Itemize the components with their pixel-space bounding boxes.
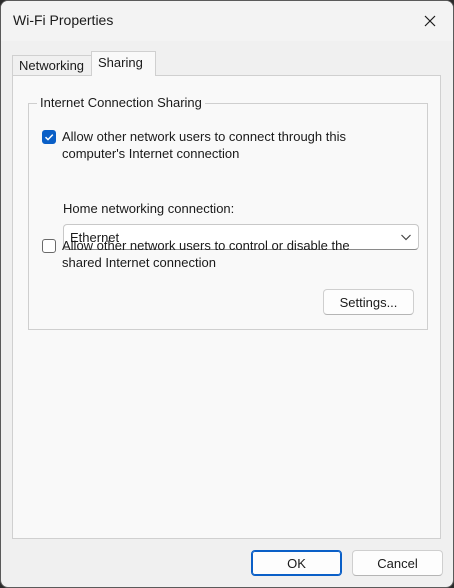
ok-button[interactable]: OK <box>251 550 342 576</box>
cancel-button[interactable]: Cancel <box>352 550 443 576</box>
checkmark-icon <box>44 134 54 141</box>
tab-sharing[interactable]: Sharing <box>91 51 156 76</box>
chevron-down-icon <box>401 234 411 241</box>
title-bar[interactable]: Wi-Fi Properties <box>1 1 453 41</box>
internet-connection-sharing-group: Internet Connection Sharing Allow other … <box>28 95 428 330</box>
wifi-properties-dialog: Wi-Fi Properties Networking Sharing Inte… <box>0 0 454 588</box>
group-label: Internet Connection Sharing <box>37 95 205 110</box>
allow-connect-checkbox[interactable] <box>42 130 56 144</box>
sharing-tab-panel: Internet Connection Sharing Allow other … <box>12 75 441 539</box>
allow-control-label-line1: Allow other network users to control or … <box>62 238 350 253</box>
allow-control-checkbox[interactable] <box>42 239 56 253</box>
window-title: Wi-Fi Properties <box>13 12 114 28</box>
tab-networking[interactable]: Networking <box>12 55 92 75</box>
settings-button[interactable]: Settings... <box>323 289 414 315</box>
close-button[interactable] <box>407 1 453 41</box>
allow-connect-label-line1: Allow other network users to connect thr… <box>62 129 346 144</box>
close-icon <box>424 15 436 27</box>
home-networking-label: Home networking connection: <box>63 201 235 216</box>
allow-control-label-line2: shared Internet connection <box>62 255 216 270</box>
allow-connect-label-line2: computer's Internet connection <box>62 146 240 161</box>
